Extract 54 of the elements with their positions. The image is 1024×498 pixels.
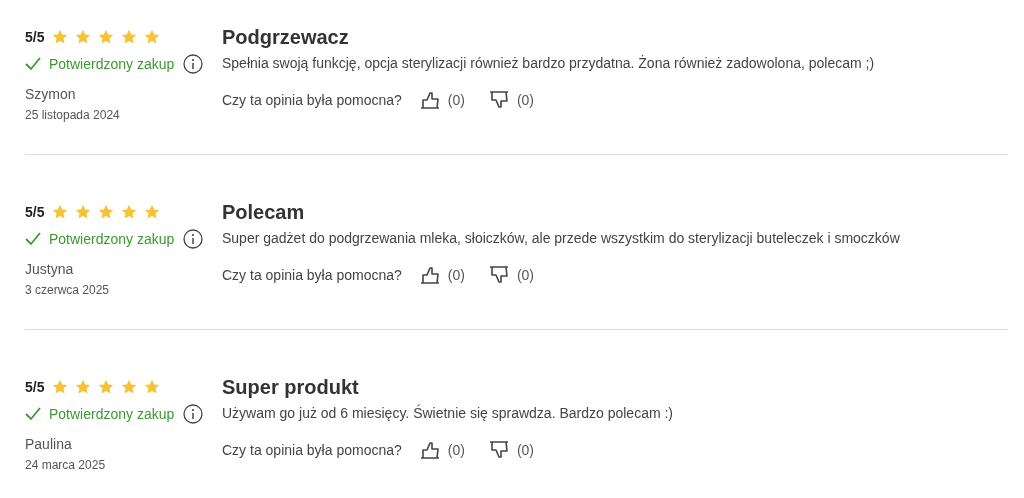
review-date: 3 czerwca 2025 [25,283,111,297]
review-date: 24 marca 2025 [25,458,107,472]
helpful-question: Czy ta opinia była pomocna? [222,267,402,283]
review-title: Polecam [222,200,306,225]
review-title: Super produkt [222,375,360,400]
info-icon [183,404,204,424]
verified-purchase-label: Potwierdzony zakup [49,56,175,72]
rating-score: 5/5 [25,204,45,220]
star-icon [98,29,115,45]
check-icon [25,232,41,246]
info-icon [183,229,204,249]
review-date: 25 listopada 2024 [25,108,121,122]
star-icon [52,29,69,45]
review-text: Używam go już od 6 miesięcy. Świetnie się sprawdza. Bardzo polecam :) [222,403,675,423]
thumbs-up-icon [419,90,440,110]
review-text: Spełnia swoją funkcję, opcja sterylizacji również bardzo przydatna. Żona również zadowolona, polecam ;) [222,54,876,73]
rating-score: 5/5 [25,29,45,45]
author-name: Justyna [25,261,75,277]
thumbs-up-icon [419,265,440,285]
star-icon [121,379,138,395]
star-icon [144,204,161,220]
thumbs-down-icon [488,440,509,460]
review-title: Podgrzewacz [222,25,350,50]
verified-purchase-label: Potwierdzony zakup [49,231,175,247]
verified-purchase-label: Potwierdzony zakup [49,406,175,422]
review-text: Super gadżet do podgrzewania mleka, słoiczków, ale przede wszystkim do sterylizacji buteleczek i smoczków [222,229,901,248]
star-icon [75,204,92,220]
author-name: Szymon [25,86,77,102]
star-icon [52,204,69,220]
dislike-button[interactable]: (0) [488,90,535,110]
like-button[interactable]: (0) [419,90,465,110]
thumbs-down-icon [488,90,509,110]
helpful-question: Czy ta opinia była pomocna? [222,442,402,458]
star-icon [144,379,161,395]
star-icon [98,204,115,220]
thumbs-down-icon [488,265,509,285]
star-icon [52,379,69,395]
author-name: Paulina [25,436,73,452]
like-button[interactable]: (0) [419,440,465,460]
star-icon [75,379,92,395]
helpful-question: Czy ta opinia była pomocna? [222,92,402,108]
dislike-button[interactable]: (0) [488,265,535,285]
thumbs-up-icon [419,440,440,460]
info-icon [183,54,204,74]
check-icon [25,57,41,71]
star-icon [144,29,161,45]
star-icon [121,29,138,45]
star-icon [75,29,92,45]
rating-score: 5/5 [25,379,45,395]
like-button[interactable]: (0) [419,265,465,285]
check-icon [25,407,41,421]
dislike-button[interactable]: (0) [488,440,535,460]
star-icon [121,204,138,220]
star-icon [98,379,115,395]
